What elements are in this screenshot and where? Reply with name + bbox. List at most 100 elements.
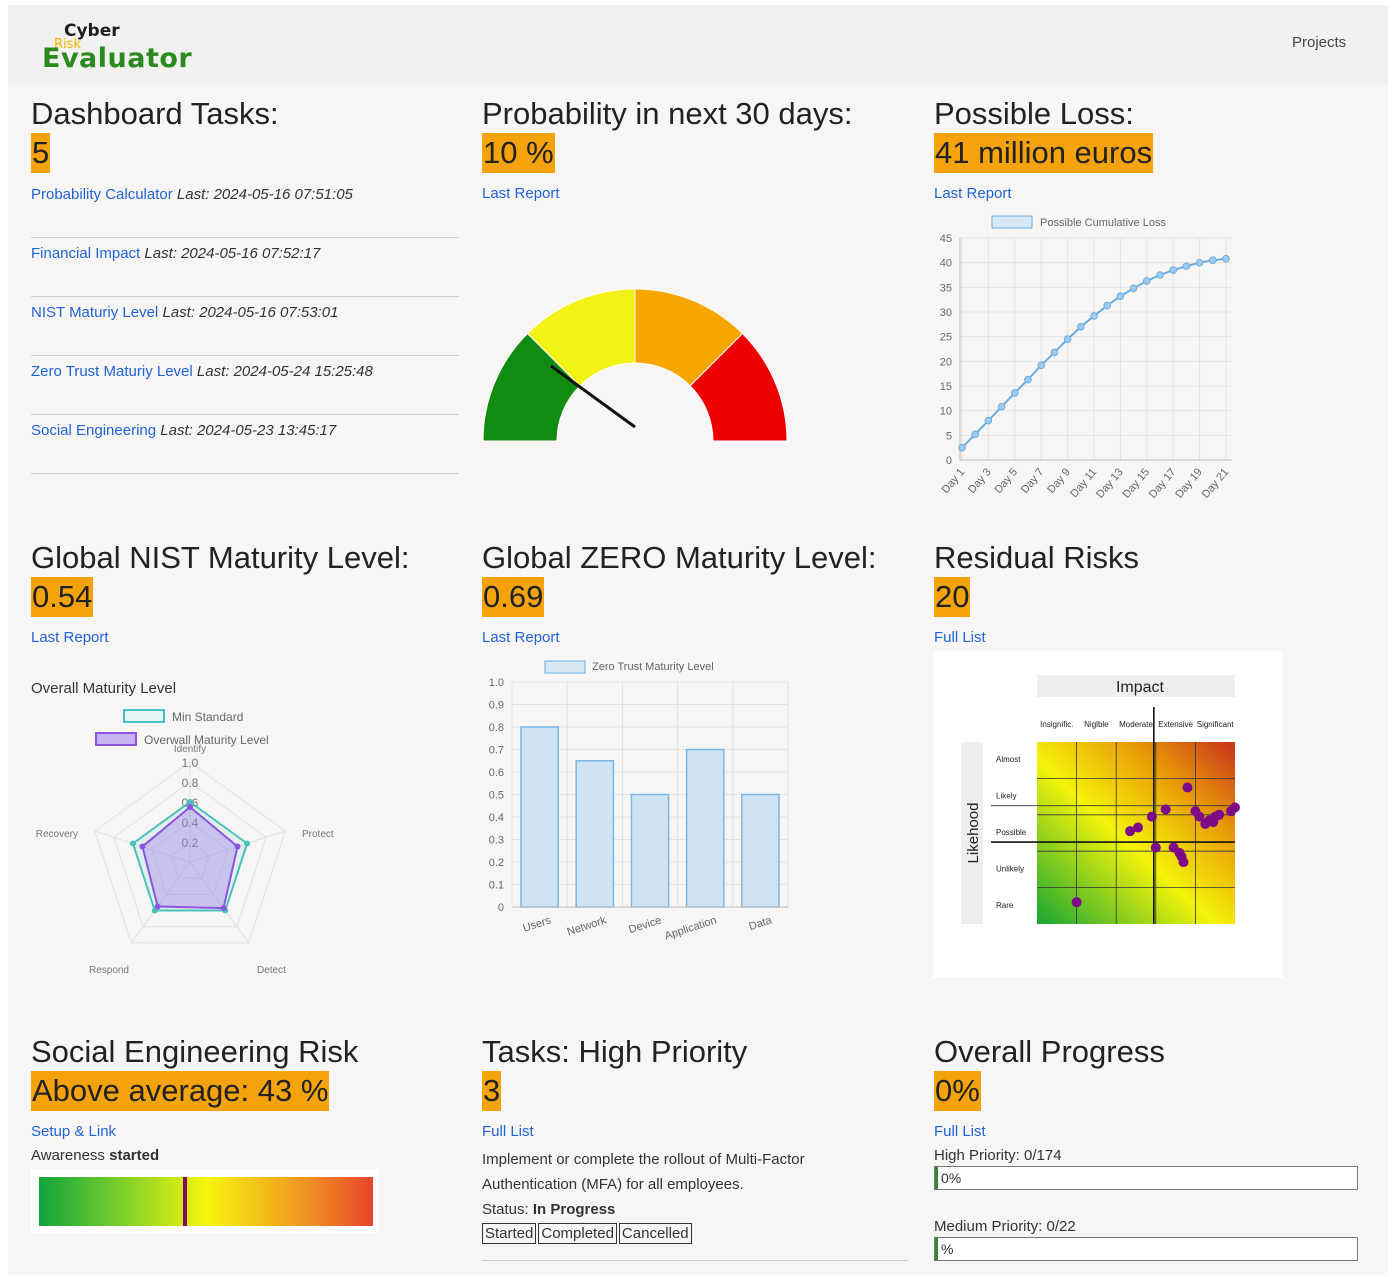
dashboard-task-link[interactable]: Social Engineering <box>31 422 156 439</box>
medium-priority-progress-bar: % <box>934 1237 1358 1261</box>
dashboard-task-link[interactable]: Zero Trust Maturiy Level <box>31 363 193 380</box>
probability-card: Probability in next 30 days: 10 % Last R… <box>482 96 902 203</box>
bar-y-tick: 0.4 <box>489 812 504 824</box>
radar-data-point <box>129 840 136 847</box>
dashboard-task-last-run: Last: 2024-05-16 07:51:05 <box>176 186 353 203</box>
loss-y-tick: 45 <box>940 233 952 245</box>
probability-gauge <box>482 288 788 442</box>
dashboard-task-link[interactable]: Financial Impact <box>31 245 140 262</box>
loss-x-tick: Day 1 <box>940 466 968 496</box>
bar-y-tick: 0.9 <box>489 700 504 712</box>
high-priority-tasks-card: Tasks: High Priority 3 Full List Impleme… <box>482 1034 912 1261</box>
high-priority-full-list-link[interactable]: Full List <box>482 1123 534 1140</box>
radar-axis-label: Detect <box>257 965 286 976</box>
cancelled-button[interactable]: Cancelled <box>618 1223 692 1244</box>
high-priority-progress-label: High Priority: 0/174 <box>934 1147 1062 1164</box>
high-priority-count: 3 <box>482 1071 502 1111</box>
loss-data-point <box>1116 292 1125 301</box>
bar-x-tick: Application <box>663 914 718 942</box>
top-navigation-bar: Cyber Risk Evaluator <box>8 5 1388 85</box>
impact-level-label: Insignific. <box>1040 720 1073 729</box>
dashboard-task-row: Probability Calculator Last: 2024-05-16 … <box>31 179 459 238</box>
started-button[interactable]: Started <box>482 1223 537 1244</box>
social-setup-link[interactable]: Setup & Link <box>31 1123 116 1140</box>
awareness-marker <box>182 1177 187 1226</box>
radar-legend-label: Min Standard <box>172 710 243 724</box>
dashboard-task-last-run: Last: 2024-05-16 07:52:17 <box>144 245 321 262</box>
overall-progress-full-list-link[interactable]: Full List <box>934 1123 986 1140</box>
medium-priority-progress-label: Medium Priority: 0/22 <box>934 1218 1076 1235</box>
residual-full-list-link[interactable]: Full List <box>934 629 986 646</box>
possible-loss-value: 41 million euros <box>934 133 1154 173</box>
radar-data-point <box>234 843 241 850</box>
residual-risks-card: Residual Risks 20 Full List <box>934 540 1354 647</box>
likelihood-label: Likehood <box>965 803 982 864</box>
loss-data-point <box>1222 254 1230 263</box>
residual-risks-count: 20 <box>934 577 971 617</box>
medium-priority-progress-fill <box>935 1238 938 1260</box>
loss-x-tick: Day 3 <box>966 466 994 496</box>
loss-legend-swatch <box>991 215 1033 229</box>
loss-x-tick: Day 19 <box>1173 466 1205 500</box>
completed-button[interactable]: Completed <box>538 1223 617 1244</box>
risk-dot <box>1071 897 1082 908</box>
awareness-status: started <box>109 1147 160 1164</box>
cyber-risk-evaluator-logo[interactable]: Cyber Risk Evaluator <box>38 21 198 77</box>
logo-line-evaluator: Evaluator <box>42 43 193 74</box>
projects-nav-link[interactable]: Projects <box>1292 34 1346 51</box>
impact-level-label: Extensive <box>1158 720 1193 729</box>
dashboard-task-link[interactable]: Probability Calculator <box>31 186 173 203</box>
loss-data-point <box>1037 361 1045 370</box>
task-status-label: Status: <box>482 1201 529 1218</box>
loss-x-tick: Day 5 <box>992 466 1020 496</box>
radar-data-point <box>220 905 227 912</box>
bar-legend-label: Zero Trust Maturity Level <box>592 661 714 673</box>
nist-maturity-card: Global NIST Maturity Level: 0.54 Last Re… <box>31 540 471 647</box>
loss-y-tick: 15 <box>940 381 952 393</box>
zero-trust-bar <box>630 793 670 908</box>
task-divider <box>482 1260 908 1261</box>
nist-maturity-value: 0.54 <box>31 577 94 617</box>
zero-trust-bar <box>520 726 559 908</box>
medium-priority-progress-text: % <box>941 1241 954 1257</box>
dashboard-task-link[interactable]: NIST Maturiy Level <box>31 304 158 321</box>
zero-trust-bar <box>741 793 780 908</box>
loss-y-tick: 20 <box>940 356 952 368</box>
loss-y-tick: 5 <box>946 430 952 442</box>
possible-loss-last-report-link[interactable]: Last Report <box>934 185 1012 202</box>
bar-x-tick: Users <box>521 914 553 934</box>
probability-last-report-link[interactable]: Last Report <box>482 185 560 202</box>
nist-last-report-link[interactable]: Last Report <box>31 629 109 646</box>
impact-level-label: Moderate <box>1119 720 1153 729</box>
impact-label: Impact <box>1116 679 1165 696</box>
zero-trust-bar <box>575 760 615 908</box>
dashboard-task-row: NIST Maturiy Level Last: 2024-05-16 07:5… <box>31 297 459 356</box>
radar-axis-label: Recovery <box>36 829 78 840</box>
matrix-heat-area <box>1037 742 1235 924</box>
task-status-value: In Progress <box>532 1201 616 1218</box>
radar-data-point <box>244 840 251 847</box>
radar-axis-label: Identify <box>174 744 206 755</box>
dashboard-task-row: Social Engineering Last: 2024-05-23 13:4… <box>31 415 459 474</box>
loss-data-point <box>1103 301 1111 310</box>
high-priority-progress-bar: 0% <box>934 1166 1358 1190</box>
loss-data-point <box>1077 323 1085 331</box>
zero-last-report-link[interactable]: Last Report <box>482 629 560 646</box>
loss-y-tick: 0 <box>946 455 952 467</box>
radar-data-point <box>139 843 146 850</box>
possible-loss-card: Possible Loss: 41 million euros Last Rep… <box>934 96 1354 203</box>
zero-trust-bar-chart: Zero Trust Maturity Level 0 0.1 0.2 0.3 0.4 0.… <box>489 660 789 942</box>
loss-y-tick: 30 <box>940 307 952 319</box>
awareness-bar-panel <box>31 1169 379 1233</box>
radar-data-point <box>154 903 161 910</box>
loss-x-tick: Day 11 <box>1068 466 1099 500</box>
dashboard-tasks-title: Dashboard Tasks: <box>31 96 279 131</box>
loss-data-point <box>1209 256 1217 265</box>
likelihood-level-label: Almost <box>996 755 1021 764</box>
loss-data-point <box>984 416 993 425</box>
likelihood-level-label: Possible <box>996 828 1027 837</box>
loss-data-point <box>997 402 1006 411</box>
loss-legend-label: Possible Cumulative Loss <box>1040 217 1166 229</box>
loss-y-tick: 10 <box>940 406 952 418</box>
awareness-gradient-bar <box>39 1177 373 1226</box>
